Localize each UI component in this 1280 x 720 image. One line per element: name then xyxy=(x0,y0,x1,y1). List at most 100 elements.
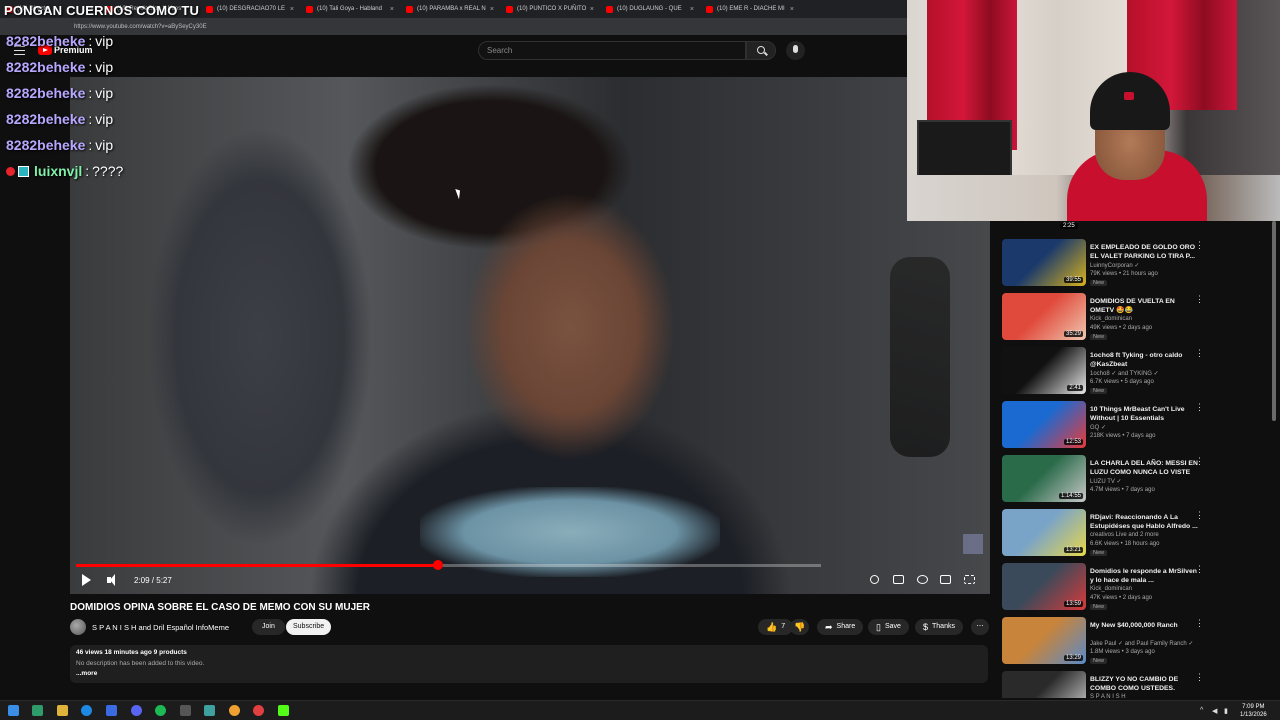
settings-gear-icon[interactable] xyxy=(917,575,928,584)
tray-network-icon[interactable]: ▮ xyxy=(1224,707,1228,715)
tray-volume-icon[interactable]: ◀ xyxy=(1212,707,1217,715)
file-explorer-icon[interactable] xyxy=(57,705,68,716)
video-player[interactable]: 2:09 / 5:27 xyxy=(70,77,990,594)
description-box[interactable]: 46 views 18 minutes ago 9 products No de… xyxy=(70,645,988,683)
thumbs-up-icon: 👍 xyxy=(766,622,778,632)
thanks-button[interactable]: $ Thanks xyxy=(915,619,963,635)
video-menu-dots-icon[interactable] xyxy=(1195,618,1204,630)
channel-name[interactable]: S P A N I S H and Dril Español InfoMeme xyxy=(92,623,229,632)
kick-icon[interactable] xyxy=(278,705,289,716)
video-thumbnail[interactable]: 35:29 xyxy=(1002,293,1086,340)
chrome-icon[interactable] xyxy=(229,705,240,716)
tab-close-icon[interactable]: × xyxy=(690,6,694,13)
video-menu-dots-icon[interactable] xyxy=(1195,510,1204,522)
video-title-text: BLIZZY YO NO CAMBIO DE COMBO COMO USTEDE… xyxy=(1090,676,1179,692)
video-meta: 6.7K views • 5 days ago xyxy=(1090,379,1154,385)
recommended-video[interactable]: BLIZZY YO NO CAMBIO DE COMBO COMO USTEDE… xyxy=(1000,671,1270,698)
spotify-icon[interactable] xyxy=(155,705,166,716)
stream-overlay-title: PONGAN CUERNOS COMO TU xyxy=(4,3,200,18)
description-more-link[interactable]: ...more xyxy=(76,670,982,677)
voice-search-mic-icon[interactable] xyxy=(786,41,805,60)
recommended-video[interactable]: 13:21 RDjavi: Reaccionando A La Estupidés… xyxy=(1000,509,1270,563)
edge-browser-icon[interactable] xyxy=(81,705,92,716)
clock-time: 7:09 PM xyxy=(1242,704,1265,710)
windows-start-icon[interactable] xyxy=(8,705,19,716)
more-actions-button[interactable]: ⋯ xyxy=(971,619,989,635)
obs-icon[interactable] xyxy=(253,705,264,716)
tab-close-icon[interactable]: × xyxy=(790,6,794,13)
play-icon[interactable] xyxy=(82,574,91,586)
miniplayer-icon[interactable] xyxy=(940,575,951,584)
browser-tab[interactable]: (10) DUGLAUNG - QUE × xyxy=(600,0,700,18)
network-app-icon[interactable] xyxy=(204,705,215,716)
video-thumbnail[interactable]: 39:55 xyxy=(1002,239,1086,286)
recommended-video[interactable]: 1:14:55 LA CHARLA DEL AÑO: MESSI EN LUZU … xyxy=(1000,455,1270,509)
channel-avatar[interactable] xyxy=(70,619,86,635)
video-menu-dots-icon[interactable] xyxy=(1195,456,1204,468)
captions-icon[interactable] xyxy=(893,575,904,584)
subscribe-button[interactable]: Subscribe xyxy=(286,619,332,635)
recommended-video[interactable]: 12:53 10 Things MrBeast Can't Live Withou… xyxy=(1000,401,1270,455)
video-title-text: RDjavi: Reaccionando A La Estupidéses qu… xyxy=(1090,514,1198,530)
video-thumbnail[interactable]: 13:59 xyxy=(1002,563,1086,610)
video-meta: 47K views • 2 days ago xyxy=(1090,595,1153,601)
thanks-icon: $ xyxy=(923,622,929,632)
browser-tab[interactable]: (10) Tali Goya - Habland × xyxy=(300,0,400,18)
progress-bar[interactable] xyxy=(76,560,821,570)
search-button[interactable] xyxy=(746,41,776,60)
video-menu-dots-icon[interactable] xyxy=(1195,564,1204,576)
volume-icon[interactable] xyxy=(107,574,119,586)
terminal-icon[interactable] xyxy=(32,705,43,716)
chat-message: 8282beheke: vip xyxy=(6,132,123,158)
browser-tab[interactable]: (10) DESGRACIAO70 LE × xyxy=(200,0,300,18)
video-thumbnail[interactable]: 12:53 xyxy=(1002,401,1086,448)
like-button[interactable]: 👍 7 xyxy=(758,619,794,635)
join-button[interactable]: Join xyxy=(252,619,285,635)
video-meta: 1.8M views • 3 days ago xyxy=(1090,649,1155,655)
video-thumbnail[interactable] xyxy=(1002,671,1086,698)
video-menu-dots-icon[interactable] xyxy=(1195,240,1204,252)
video-channel: GQ ✓ xyxy=(1090,425,1107,431)
windows-taskbar: ^ ◀ ▮ 7:09 PM 1/13/2026 xyxy=(0,700,1280,720)
video-menu-dots-icon[interactable] xyxy=(1195,402,1204,414)
tab-close-icon[interactable]: × xyxy=(490,6,494,13)
video-microphone xyxy=(890,257,950,457)
tray-chevron-icon[interactable]: ^ xyxy=(1200,707,1203,714)
sidebar-scrollbar[interactable] xyxy=(1272,221,1276,421)
video-menu-dots-icon[interactable] xyxy=(1195,348,1204,360)
recommended-video[interactable]: 2:41 1ocho8 ft Tyking - otro caldo @KasZb… xyxy=(1000,347,1270,401)
store-icon[interactable] xyxy=(106,705,117,716)
tab-close-icon[interactable]: × xyxy=(290,6,294,13)
tab-close-icon[interactable]: × xyxy=(390,6,394,13)
chat-text: vip xyxy=(95,33,114,49)
video-menu-dots-icon[interactable] xyxy=(1195,294,1204,306)
save-button[interactable]: ▯ Save xyxy=(868,619,909,635)
browser-tab[interactable]: (10) PUNTICO X PUÑITO × xyxy=(500,0,600,18)
browser-tab[interactable]: (10) EME R - DIACHE MI × xyxy=(700,0,800,18)
pen-tool-icon[interactable] xyxy=(180,705,191,716)
progress-scrubber[interactable] xyxy=(433,560,444,570)
dislike-button[interactable]: 👎 xyxy=(790,619,810,635)
search-input[interactable]: Search xyxy=(478,41,746,60)
recommended-video[interactable]: 13:59 Domidios le responde a MrSilven y l… xyxy=(1000,563,1270,617)
autoplay-toggle-icon[interactable] xyxy=(870,575,879,584)
video-thumbnail[interactable]: 13:29 xyxy=(1002,617,1086,664)
new-badge: New xyxy=(1090,604,1108,610)
description-text: No description has been added to this vi… xyxy=(76,660,205,667)
share-button[interactable]: ➦ Share xyxy=(817,619,864,635)
video-thumbnail[interactable]: 2:41 xyxy=(1002,347,1086,394)
channel-watermark[interactable] xyxy=(963,534,983,554)
fullscreen-icon[interactable] xyxy=(964,575,975,584)
browser-tab[interactable]: (10) PARAMBA x REAL N × xyxy=(400,0,500,18)
clock[interactable]: 7:09 PM 1/13/2026 xyxy=(1240,703,1267,719)
recommended-video[interactable]: 13:29 My New $40,000,000 Ranch Jake Paul ✓… xyxy=(1000,617,1270,671)
video-menu-dots-icon[interactable] xyxy=(1195,672,1204,684)
tab-close-icon[interactable]: × xyxy=(590,6,594,13)
video-thumbnail[interactable]: 13:21 xyxy=(1002,509,1086,556)
recommended-video[interactable]: 35:29 DOMIDIOS DE VUELTA EN OMETV 🤩😂 Kick_… xyxy=(1000,293,1270,347)
recommended-video[interactable]: 39:55 EX EMPLEADO DE GOLDO ORO EL VALET P… xyxy=(1000,239,1270,293)
discord-icon[interactable] xyxy=(131,705,142,716)
video-meta: 79K views • 21 hours ago xyxy=(1090,271,1158,277)
address-bar[interactable]: https://www.youtube.com/watch?v=aBySeyCy… xyxy=(0,18,907,35)
video-thumbnail[interactable]: 1:14:55 xyxy=(1002,455,1086,502)
